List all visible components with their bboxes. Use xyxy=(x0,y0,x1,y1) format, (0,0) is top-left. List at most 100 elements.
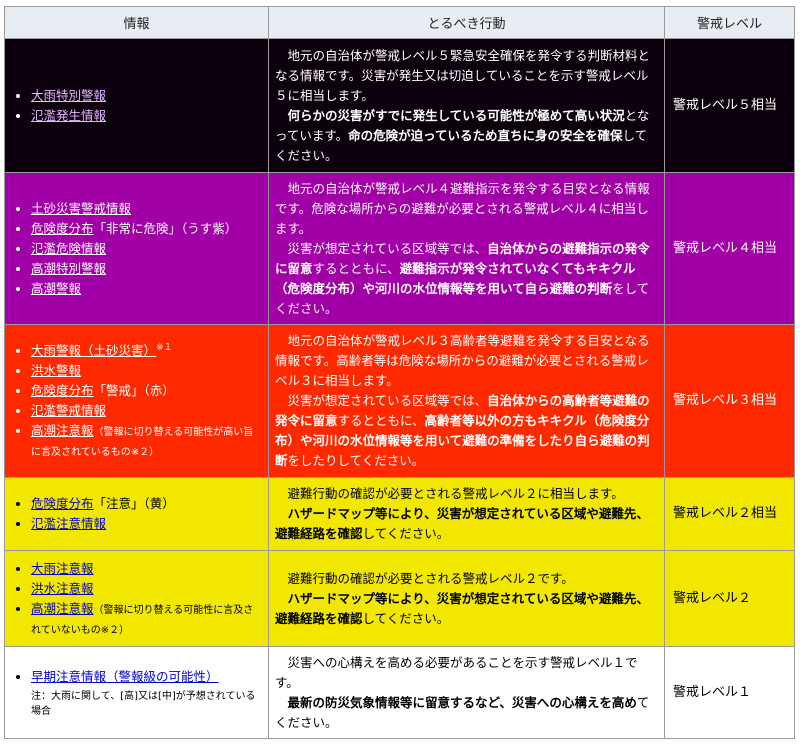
list-item-suffix: 「警戒」（赤） xyxy=(93,383,175,398)
link-risk-distribution[interactable]: 危険度分布 xyxy=(31,383,94,398)
list-item: 危険度分布「警戒」（赤） xyxy=(31,381,262,401)
link-flood-occurrence-info[interactable]: 氾濫発生情報 xyxy=(31,108,106,123)
link-heavy-rain-special-warning[interactable]: 大雨特別警報 xyxy=(31,88,106,103)
table-row-level5: 大雨特別警報 氾濫発生情報 地元の自治体が警戒レベル５緊急安全確保を発令する判断… xyxy=(4,38,795,173)
list-item: 大雨警報（土砂災害）※１ xyxy=(31,341,262,361)
action-text: 地元の自治体が警戒レベル５緊急安全確保を発令する判断材料となる情報です。災害が発… xyxy=(275,47,651,103)
action-cell: 地元の自治体が警戒レベル５緊急安全確保を発令する判断材料となる情報です。災害が発… xyxy=(268,38,665,173)
alert-level-table: 情報 とるべき行動 警戒レベル 大雨特別警報 氾濫発生情報 地元の自治体が警戒レ… xyxy=(4,6,795,739)
info-list: 大雨特別警報 氾濫発生情報 xyxy=(9,86,262,126)
list-item: 氾濫警戒情報 xyxy=(31,401,262,421)
action-text: 地元の自治体が警戒レベル３高齢者等避難を発令する目安となる情報です。高齢者等は危… xyxy=(275,333,650,388)
info-list: 危険度分布「注意」（黄） 氾濫注意情報 xyxy=(9,494,262,534)
action-text: 避難行動の確認が必要とされる警戒レベル２に相当します。 xyxy=(287,486,624,501)
link-early-caution-info[interactable]: 早期注意情報（警報級の可能性） xyxy=(31,669,219,684)
table-row-level1: 早期注意情報（警報級の可能性） 注：大雨に関して、[高]又は[中]が予想されてい… xyxy=(4,646,795,739)
link-risk-distribution[interactable]: 危険度分布 xyxy=(31,221,94,236)
action-text: 地元の自治体が警戒レベル４避難指示を発令する目安となる情報です。危険な場所からの… xyxy=(275,180,650,236)
link-flood-caution-info[interactable]: 氾濫注意情報 xyxy=(31,516,106,531)
action-emphasis: 何らかの災害がすでに発生している可能性が極めて高い状況 xyxy=(287,107,625,123)
list-item-note: 注：大雨に関して、[高]又は[中]が予想されている場合 xyxy=(31,690,256,717)
list-item: 氾濫注意情報 xyxy=(31,514,262,534)
list-item: 土砂災害警戒情報 xyxy=(31,199,262,219)
info-list: 大雨注意報 洪水注意報 高潮注意報（警報に切り替える可能性に言及されていないもの… xyxy=(9,559,262,639)
action-fragment: してください。 xyxy=(362,526,450,541)
level-cell: 警戒レベル１ xyxy=(664,646,795,739)
list-item: 大雨特別警報 xyxy=(31,86,262,106)
footnote-marker: ※１ xyxy=(156,342,173,353)
link-flood-danger-info[interactable]: 氾濫危険情報 xyxy=(31,241,106,256)
action-text: 災害への心構えを高める必要があることを示す警戒レベル１です。 xyxy=(275,654,638,690)
action-fragment: 災害が想定されている区域等では、 xyxy=(287,240,488,256)
action-emphasis: ハザードマップ等により、災害が想定されている区域や避難先、避難経路を確認 xyxy=(275,506,649,541)
action-emphasis: 命の危険が迫っているため直ちに身の安全を確保 xyxy=(348,127,623,143)
link-risk-distribution[interactable]: 危険度分布 xyxy=(31,496,94,511)
level-cell: 警戒レベル５相当 xyxy=(664,38,795,173)
info-cell: 大雨警報（土砂災害）※１ 洪水警報 危険度分布「警戒」（赤） 氾濫警戒情報 高潮… xyxy=(4,324,269,478)
level-cell: 警戒レベル４相当 xyxy=(664,172,795,325)
info-list: 大雨警報（土砂災害）※１ 洪水警報 危険度分布「警戒」（赤） 氾濫警戒情報 高潮… xyxy=(9,341,262,461)
link-flood-advisory[interactable]: 洪水注意報 xyxy=(31,581,94,596)
link-storm-surge-advisory[interactable]: 高潮注意報 xyxy=(31,601,94,616)
action-cell: 災害への心構えを高める必要があることを示す警戒レベル１です。 最新の防災気象情報… xyxy=(268,646,665,739)
list-item: 高潮注意報（警報に切り替える可能性が高い旨に言及されているもの※２） xyxy=(31,421,262,461)
info-cell: 危険度分布「注意」（黄） 氾濫注意情報 xyxy=(4,477,269,551)
action-text: ハザードマップ等により、災害が想定されている区域や避難先、避難経路を確認してくだ… xyxy=(275,504,658,544)
link-flood-alert-info[interactable]: 氾濫警戒情報 xyxy=(31,403,106,418)
action-text: 避難行動の確認が必要とされる警戒レベル２です。 xyxy=(287,570,574,586)
list-item: 高潮特別警報 xyxy=(31,259,262,279)
list-item: 危険度分布「注意」（黄） xyxy=(31,494,262,514)
list-item-suffix: 「注意」（黄） xyxy=(93,496,175,511)
list-item: 洪水注意報 xyxy=(31,579,262,599)
header-level: 警戒レベル xyxy=(664,6,795,39)
action-fragment: 災害が想定されている区域等では、 xyxy=(287,393,488,408)
level-cell: 警戒レベル３相当 xyxy=(664,324,795,478)
info-cell: 大雨特別警報 氾濫発生情報 xyxy=(4,38,269,173)
table-row-level2-equivalent: 危険度分布「注意」（黄） 氾濫注意情報 避難行動の確認が必要とされる警戒レベル２… xyxy=(4,477,795,551)
link-landslide-alert-info[interactable]: 土砂災害警戒情報 xyxy=(31,201,131,216)
list-item: 早期注意情報（警報級の可能性） 注：大雨に関して、[高]又は[中]が予想されてい… xyxy=(31,667,262,719)
action-emphasis: 最新の防災気象情報等に留意するなど、災害への心構えを高め xyxy=(287,694,637,710)
list-item: 洪水警報 xyxy=(31,361,262,381)
list-item: 高潮注意報（警報に切り替える可能性に言及されていないもの※２） xyxy=(31,599,262,639)
action-text: 災害が想定されている区域等では、自治体からの避難指示の発令に留意するとともに、避… xyxy=(275,239,658,319)
list-item: 危険度分布「非常に危険」（うす紫） xyxy=(31,219,262,239)
header-info: 情報 xyxy=(4,6,269,39)
info-list: 土砂災害警戒情報 危険度分布「非常に危険」（うす紫） 氾濫危険情報 高潮特別警報… xyxy=(9,199,262,299)
list-item-suffix: 「非常に危険」（うす紫） xyxy=(93,220,238,236)
link-flood-warning[interactable]: 洪水警報 xyxy=(31,363,81,378)
info-list: 早期注意情報（警報級の可能性） 注：大雨に関して、[高]又は[中]が予想されてい… xyxy=(9,667,262,719)
table-row-level3: 大雨警報（土砂災害）※１ 洪水警報 危険度分布「警戒」（赤） 氾濫警戒情報 高潮… xyxy=(4,324,795,478)
list-item: 高潮警報 xyxy=(31,279,262,299)
action-cell: 避難行動の確認が必要とされる警戒レベル２です。 ハザードマップ等により、災害が想… xyxy=(268,550,665,647)
action-cell: 避難行動の確認が必要とされる警戒レベル２に相当します。 ハザードマップ等により、… xyxy=(268,477,665,551)
action-text: 災害が想定されている区域等では、自治体からの高齢者等避難の発令に留意するとともに… xyxy=(275,391,658,471)
table-row-level4: 土砂災害警戒情報 危険度分布「非常に危険」（うす紫） 氾濫危険情報 高潮特別警報… xyxy=(4,172,795,325)
link-heavy-rain-advisory[interactable]: 大雨注意報 xyxy=(31,561,94,576)
action-text: 最新の防災気象情報等に留意するなど、災害への心構えを高めてください。 xyxy=(275,693,658,733)
link-storm-surge-special-warning[interactable]: 高潮特別警報 xyxy=(31,261,106,276)
action-cell: 地元の自治体が警戒レベル３高齢者等避難を発令する目安となる情報です。高齢者等は危… xyxy=(268,324,665,478)
list-item: 大雨注意報 xyxy=(31,559,262,579)
level-cell: 警戒レベル２ xyxy=(664,550,795,647)
list-item: 氾濫発生情報 xyxy=(31,106,262,126)
link-storm-surge-advisory[interactable]: 高潮注意報 xyxy=(31,423,94,438)
list-item: 氾濫危険情報 xyxy=(31,239,262,259)
header-action: とるべき行動 xyxy=(268,6,665,39)
action-emphasis: ハザードマップ等により、災害が想定されている区域や避難先、避難経路を確認 xyxy=(275,590,649,626)
info-cell: 大雨注意報 洪水注意報 高潮注意報（警報に切り替える可能性に言及されていないもの… xyxy=(4,550,269,647)
link-storm-surge-warning[interactable]: 高潮警報 xyxy=(31,281,81,296)
action-text: ハザードマップ等により、災害が想定されている区域や避難先、避難経路を確認してくだ… xyxy=(275,589,658,629)
action-fragment: をしたりしてください。 xyxy=(287,453,425,468)
action-fragment: してください。 xyxy=(362,610,450,626)
link-heavy-rain-warning-landslide[interactable]: 大雨警報（土砂災害） xyxy=(31,343,156,358)
action-fragment: するとともに、 xyxy=(337,413,425,428)
table-header-row: 情報 とるべき行動 警戒レベル xyxy=(4,6,795,39)
info-cell: 早期注意情報（警報級の可能性） 注：大雨に関して、[高]又は[中]が予想されてい… xyxy=(4,646,269,739)
action-fragment: するとともに、 xyxy=(312,260,400,276)
level-cell: 警戒レベル２相当 xyxy=(664,477,795,551)
action-text: 何らかの災害がすでに発生している可能性が極めて高い状況となっています。命の危険が… xyxy=(275,106,658,166)
info-cell: 土砂災害警戒情報 危険度分布「非常に危険」（うす紫） 氾濫危険情報 高潮特別警報… xyxy=(4,172,269,325)
table-row-level2: 大雨注意報 洪水注意報 高潮注意報（警報に切り替える可能性に言及されていないもの… xyxy=(4,550,795,647)
action-cell: 地元の自治体が警戒レベル４避難指示を発令する目安となる情報です。危険な場所からの… xyxy=(268,172,665,325)
